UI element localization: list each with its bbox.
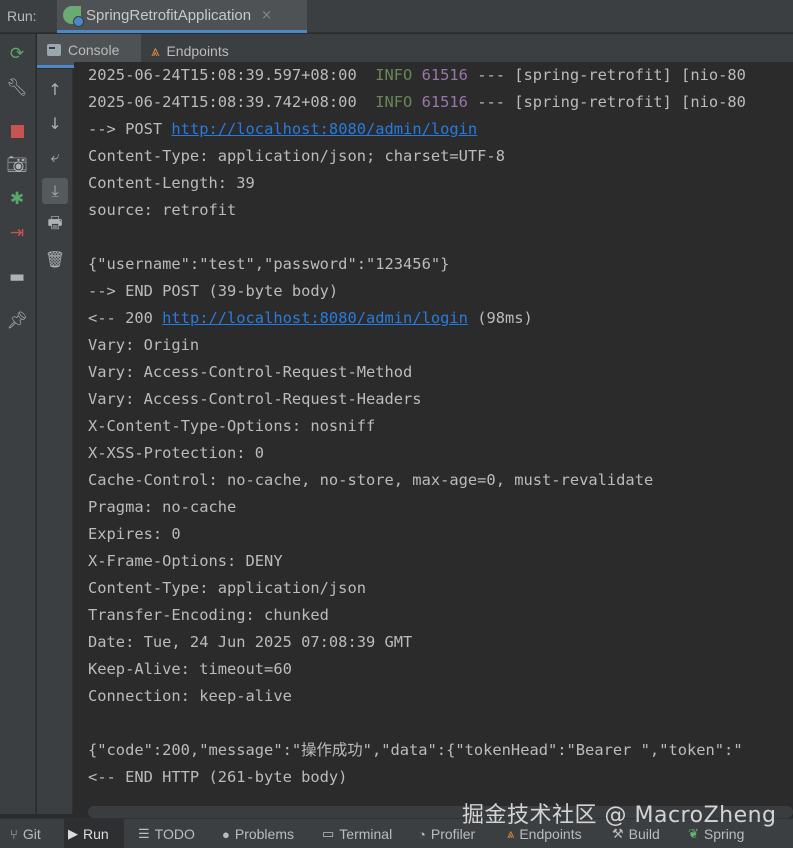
console-actions-strip: ↑ ↓ ⤶ ⤓ 🖶︎ 🗑︎ xyxy=(37,69,73,814)
endpoints-icon: ⩓ xyxy=(151,42,160,60)
log-line: Cache-Control: no-cache, no-store, max-a… xyxy=(88,471,654,489)
soft-wrap-icon[interactable]: ⤶ xyxy=(42,144,68,170)
scroll-to-end-icon[interactable]: ⤓ xyxy=(42,178,68,204)
log-line: {"username":"test","password":"123456"} xyxy=(88,255,450,273)
log-line: --> POST http://localhost:8080/admin/log… xyxy=(88,120,478,138)
log-line: Keep-Alive: timeout=60 xyxy=(88,660,292,678)
log-line: X-XSS-Protection: 0 xyxy=(88,444,265,462)
todo-icon: ☰ xyxy=(138,826,150,841)
exit-icon[interactable]: ⇥ xyxy=(6,222,28,244)
response-url-link[interactable]: http://localhost:8080/admin/login xyxy=(162,309,468,327)
log-line: Content-Length: 39 xyxy=(88,174,255,192)
console-output[interactable]: 2025-06-24T15:08:39.597+08:00 INFO 61516… xyxy=(74,62,793,804)
log-line: Date: Tue, 24 Jun 2025 07:08:39 GMT xyxy=(88,633,413,651)
close-icon[interactable]: × xyxy=(261,8,272,23)
tool-tab-terminal[interactable]: ▭ Terminal xyxy=(318,819,396,848)
run-label: Run: xyxy=(7,8,37,24)
log-line: Expires: 0 xyxy=(88,525,181,543)
tool-tab-problems[interactable]: ● Problems xyxy=(218,819,298,848)
log-line: Content-Type: application/json; charset=… xyxy=(88,147,505,165)
camera-icon[interactable]: 📷︎ xyxy=(6,154,28,176)
spring-app-icon xyxy=(63,6,84,27)
log-line: <-- END HTTP (261-byte body) xyxy=(88,768,348,786)
run-icon: ▶ xyxy=(68,826,78,841)
log-line: Vary: Access-Control-Request-Headers xyxy=(88,390,422,408)
arrow-down-icon[interactable]: ↓ xyxy=(42,110,68,136)
log-line: X-Frame-Options: DENY xyxy=(88,552,283,570)
log-line: <-- 200 http://localhost:8080/admin/logi… xyxy=(88,309,533,327)
rerun-icon[interactable]: ⟳ xyxy=(6,43,28,65)
print-icon[interactable]: 🖶︎ xyxy=(42,212,68,238)
log-line: 2025-06-24T15:08:39.597+08:00 INFO 61516… xyxy=(88,66,746,84)
run-actions-strip: ⟳ 🔧︎ 📷︎ ✱ ⇥ ▬ 📌︎ xyxy=(0,34,36,814)
log-line: Content-Type: application/json xyxy=(88,579,366,597)
debug-bug-icon[interactable]: ✱ xyxy=(6,188,28,210)
git-branch-icon: ⑂ xyxy=(10,826,18,842)
terminal-icon: ▭ xyxy=(322,826,335,841)
console-icon xyxy=(47,43,61,56)
tool-tab-git[interactable]: ⑂ Git xyxy=(6,819,45,848)
tab-console-label: Console xyxy=(68,41,120,58)
watermark: 掘金技术社区 @ MacroZheng xyxy=(462,803,777,828)
tab-endpoints-label: Endpoints xyxy=(166,43,229,59)
profiler-icon: ◔ xyxy=(418,826,426,842)
log-line: 2025-06-24T15:08:39.742+08:00 INFO 61516… xyxy=(88,93,746,111)
run-toolbar: Run: SpringRetrofitApplication × xyxy=(0,0,793,33)
log-line: source: retrofit xyxy=(88,201,237,219)
tool-tab-run[interactable]: ▶ Run xyxy=(64,819,124,848)
log-line: X-Content-Type-Options: nosniff xyxy=(88,417,376,435)
log-line: Transfer-Encoding: chunked xyxy=(88,606,329,624)
trash-icon[interactable]: 🗑︎ xyxy=(42,246,68,272)
problems-icon: ● xyxy=(222,826,230,842)
pin-icon[interactable]: 📌︎ xyxy=(6,310,28,332)
log-line: Vary: Origin xyxy=(88,336,200,354)
stop-icon[interactable] xyxy=(6,120,28,142)
log-line: Connection: keep-alive xyxy=(88,687,292,705)
wrench-icon[interactable]: 🔧︎ xyxy=(6,77,28,99)
log-line: Vary: Access-Control-Request-Method xyxy=(88,363,413,381)
tool-tab-todo[interactable]: ☰ TODO xyxy=(134,819,199,848)
log-line: {"code":200,"message":"操作成功","data":{"to… xyxy=(88,741,743,759)
arrow-up-icon[interactable]: ↑ xyxy=(42,76,68,102)
layout-icon[interactable]: ▬ xyxy=(6,266,28,288)
request-url-link[interactable]: http://localhost:8080/admin/login xyxy=(171,120,477,138)
log-line: --> END POST (39-byte body) xyxy=(88,282,339,300)
log-line: Pragma: no-cache xyxy=(88,498,237,516)
run-config-title: SpringRetrofitApplication xyxy=(86,6,252,24)
run-config-tab[interactable]: SpringRetrofitApplication × xyxy=(57,0,307,33)
